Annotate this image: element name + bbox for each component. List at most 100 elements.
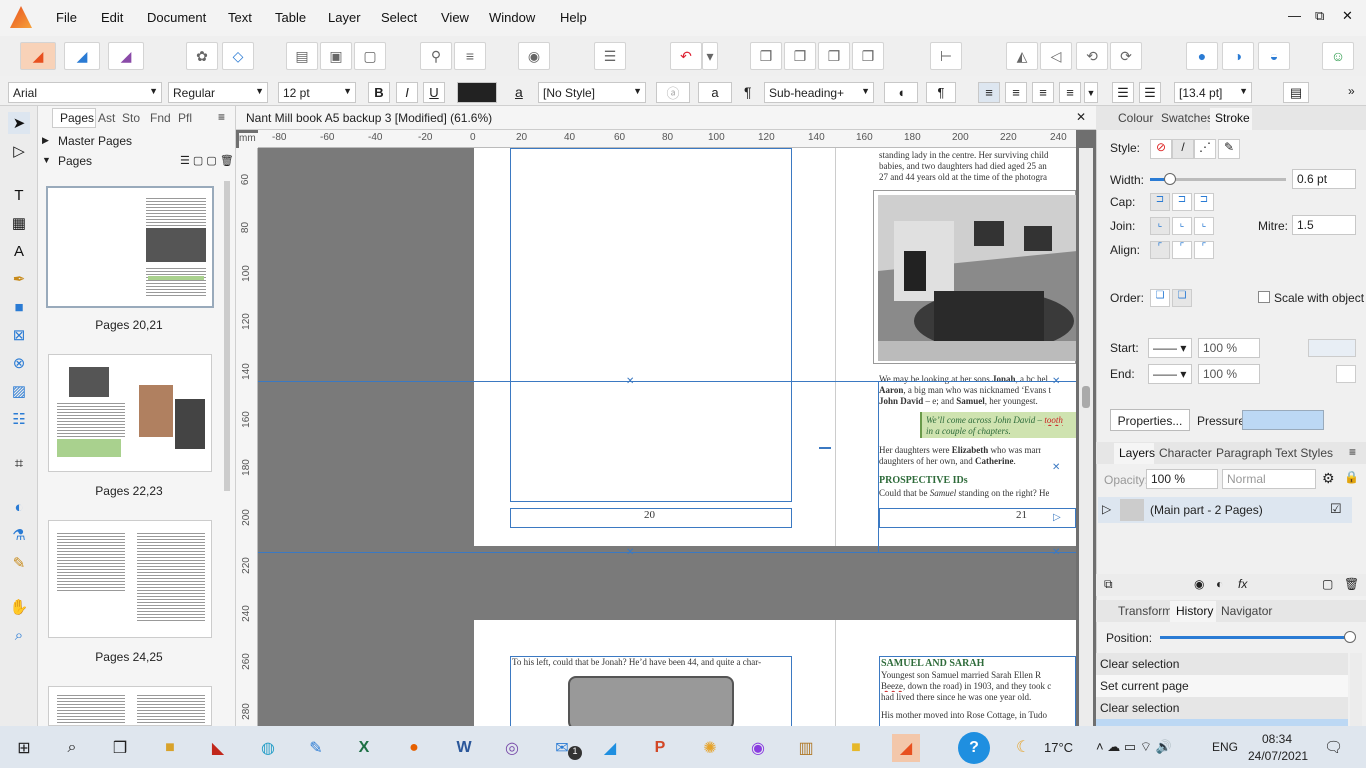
library-icon[interactable]: ▥ (792, 734, 820, 762)
end-scale-field[interactable]: 100 % (1198, 364, 1260, 384)
order-stroke-front-icon[interactable]: ❏ (1150, 289, 1170, 307)
viber-icon[interactable]: ◎ (498, 734, 526, 762)
task-view-icon[interactable]: ❒ (106, 734, 134, 762)
eraser-icon[interactable]: ◇ (222, 42, 254, 70)
picture-frame-left[interactable] (510, 148, 792, 502)
crop-tool-icon[interactable]: ⌗ (8, 452, 30, 474)
tab-stroke[interactable]: Stroke (1215, 111, 1250, 125)
start-arrowhead-select[interactable]: —— ▾ (1148, 338, 1192, 358)
publisher-app-icon[interactable]: ◢ (892, 734, 920, 762)
tab-history[interactable]: History (1176, 604, 1213, 618)
panel-menu-icon[interactable]: ≡ (1349, 445, 1356, 459)
end-arrowhead-select[interactable]: —— ▾ (1148, 364, 1192, 384)
menu-table[interactable]: Table (275, 10, 306, 25)
history-position-slider[interactable] (1160, 631, 1356, 643)
tab-assets[interactable]: Ast (98, 111, 115, 125)
photo-frame[interactable] (873, 190, 1076, 364)
join-round-icon[interactable]: ⌞ (1172, 217, 1192, 235)
menu-layer[interactable]: Layer (328, 10, 361, 25)
footer-frame-right[interactable] (879, 508, 1076, 528)
font-weight-select[interactable]: Regular ▼ (168, 82, 268, 103)
frame-center-icon[interactable]: ▣ (320, 42, 352, 70)
italic-button[interactable]: I (396, 82, 418, 103)
page-thumb-20-21[interactable] (46, 186, 214, 308)
numbered-list-button[interactable]: ☰ (1139, 82, 1161, 103)
text-frame-tool-icon[interactable]: T (8, 184, 30, 206)
selection-handle-icon[interactable]: ✕ (626, 376, 634, 387)
preview-eye-icon[interactable]: ◉ (518, 42, 550, 70)
stroke-style-dashed-button[interactable]: ⋰ (1194, 139, 1216, 159)
stroke-style-none-button[interactable]: ⊘ (1150, 139, 1172, 159)
publisher-persona-icon[interactable]: ◢ (20, 42, 56, 70)
align-left-button[interactable]: ≡ (978, 82, 1000, 103)
paragraph-style-select[interactable]: Sub-heading+ ▼ (764, 82, 874, 103)
bold-button[interactable]: B (368, 82, 390, 103)
align-outside-icon[interactable]: ⌜ (1194, 241, 1214, 259)
font-family-select[interactable]: Arial ▼ (8, 82, 162, 103)
mask-icon[interactable]: ◉ (1194, 577, 1204, 591)
boolean-add-icon[interactable]: ● (1186, 42, 1218, 70)
tab-paragraph[interactable]: Paragraph (1216, 446, 1272, 460)
app-logo-icon[interactable] (10, 6, 32, 28)
tab-transform[interactable]: Transform (1118, 604, 1172, 618)
tab-navigator[interactable]: Navigator (1221, 604, 1272, 618)
clock-time[interactable]: 08:34 (1262, 732, 1292, 746)
menu-edit[interactable]: Edit (101, 10, 123, 25)
boolean-subtract-icon[interactable]: ◑ (1222, 42, 1254, 70)
history-item-selected[interactable] (1096, 719, 1348, 726)
align-icon[interactable]: ⊢ (930, 42, 962, 70)
help-icon[interactable]: ? (958, 732, 990, 764)
history-slider-handle[interactable] (1344, 631, 1356, 643)
justify-button[interactable]: ≡ (1059, 82, 1081, 103)
leading-select[interactable]: [13.4 pt] ▼ (1174, 82, 1252, 103)
add-layer-icon[interactable]: ▢ (1322, 577, 1333, 591)
designer-persona-icon[interactable]: ◢ (64, 42, 100, 70)
layers-stack-icon[interactable]: ⧉ (1104, 577, 1113, 592)
tab-stock[interactable]: Sto (122, 111, 140, 125)
selection-handle-icon[interactable]: ✕ (1052, 376, 1060, 387)
pin-icon[interactable]: ⚲ (420, 42, 452, 70)
notification-icon[interactable]: 🗨 (1324, 738, 1343, 756)
menu-help[interactable]: Help (560, 10, 587, 25)
lock-icon[interactable]: 🔒 (1344, 470, 1359, 484)
firefox-icon[interactable]: ● (400, 734, 428, 762)
tab-preflight[interactable]: Pfl (178, 111, 192, 125)
adjustment-icon[interactable]: ◐ (1216, 577, 1223, 591)
panel-menu-icon[interactable]: ≡ (218, 110, 225, 124)
folder-icon[interactable]: ■ (842, 734, 870, 762)
text-frame-options-button[interactable]: ▤ (1283, 82, 1309, 103)
show-pilcrow-button[interactable]: ¶ (926, 82, 956, 103)
eyedropper-tool-icon[interactable]: ✎ (8, 552, 30, 574)
table-tool-icon[interactable]: ▦ (8, 212, 30, 234)
baseline-grid-icon[interactable]: ☰ (594, 42, 626, 70)
stroke-style-solid-button[interactable]: / (1172, 139, 1194, 159)
menu-select[interactable]: Select (381, 10, 417, 25)
small-caps-button[interactable]: ⓐ (656, 82, 690, 103)
text-colour-swatch[interactable] (457, 82, 497, 103)
align-center-stroke-icon[interactable]: ⌜ (1172, 241, 1192, 259)
history-item[interactable]: Set current page (1096, 675, 1348, 697)
flip-horizontal-icon[interactable]: ◭ (1006, 42, 1038, 70)
pages-scrollbar[interactable] (224, 181, 230, 491)
width-slider[interactable] (1150, 173, 1286, 185)
user-account-icon[interactable]: ☺ (1322, 42, 1354, 70)
document-tab[interactable]: Nant Mill book A5 backup 3 [Modified] (6… (236, 106, 1096, 130)
arrowhead-swap-button[interactable] (1308, 339, 1356, 357)
page-thumb-26-27[interactable] (48, 686, 212, 726)
width-field[interactable]: 0.6 pt (1292, 169, 1356, 189)
blend-mode-select[interactable]: Normal (1222, 469, 1316, 489)
close-window-button[interactable]: ✕ (1342, 8, 1353, 24)
layer-settings-gear-icon[interactable]: ⚙ (1322, 470, 1335, 487)
menu-window[interactable]: Window (489, 10, 535, 25)
powerpoint-icon[interactable]: P (646, 734, 674, 762)
windows-start-icon[interactable]: ⊞ (10, 734, 38, 762)
flower-icon[interactable]: ✿ (186, 42, 218, 70)
flip-vertical-icon[interactable]: ◁ (1040, 42, 1072, 70)
order-stroke-back-icon[interactable]: ❏ (1172, 289, 1192, 307)
acrobat-icon[interactable]: ◣ (204, 734, 232, 762)
scroll-thumb[interactable] (1082, 386, 1090, 408)
ellipse-frame-tool-icon[interactable]: ⊗ (8, 352, 30, 374)
photos-app-icon[interactable]: ✺ (696, 734, 724, 762)
page-canvas[interactable]: 20 21 standing lady in the centre. Her s… (258, 148, 1076, 726)
bullet-list-button[interactable]: ☰ (1112, 82, 1134, 103)
